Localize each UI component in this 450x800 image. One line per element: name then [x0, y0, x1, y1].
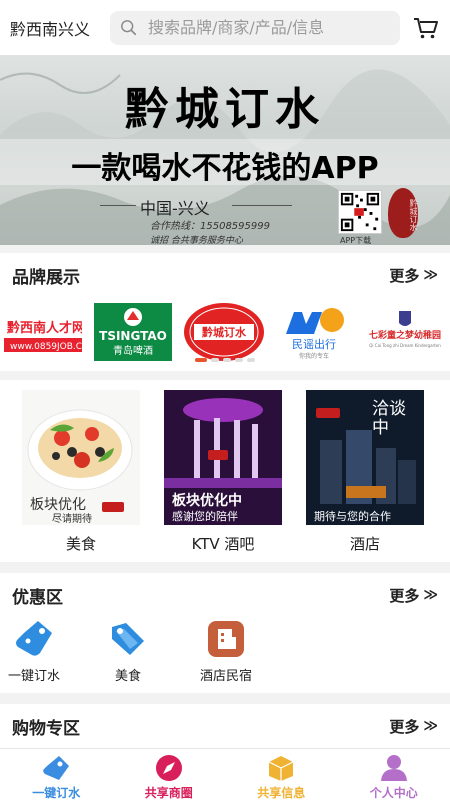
hotel-icon: [208, 621, 244, 657]
banner-slogan: 一款喝水不花钱的APP: [71, 151, 379, 186]
person-icon: [380, 755, 407, 781]
section-title: 购物专区: [12, 718, 80, 739]
category-ktv[interactable]: 板块优化中 感谢您的陪伴 KTV 酒吧: [164, 390, 282, 554]
section-title: 品牌展示: [12, 267, 80, 288]
food-tag-icon: [112, 623, 144, 655]
section-title: 优惠区: [12, 587, 63, 608]
brand-sub: 青岛啤酒: [113, 344, 153, 357]
box-icon: [268, 756, 294, 781]
brands-section: 品牌展示 更多≫ 黔西南人才网 www.0859JOB.COM TSINGTAO: [0, 253, 450, 371]
promo-items: 一键订水 美食 酒店民宿: [0, 617, 450, 687]
brand-sub: www.0859JOB.COM: [10, 342, 82, 352]
region-divider-right: [232, 205, 292, 206]
banner-hotline: 合作热线：15508595999: [150, 221, 270, 232]
top-header: 黔西南兴义: [0, 0, 450, 55]
category-grid: 板块优化 尽请期待 美食 板块优化中 感谢您的陪伴 KTV 酒吧 洽谈中 期待与…: [0, 380, 450, 562]
carousel-indicator: [0, 358, 450, 362]
nav-shared-info[interactable]: 共享信息: [225, 749, 338, 800]
promo-banner[interactable]: 黔城订水 一款喝水不花钱的APP 中国-兴义 合作热线：15508595999 …: [0, 55, 450, 245]
brand-name: 黔西南人才网: [7, 320, 82, 336]
food-image: 板块优化 尽请期待: [22, 390, 140, 525]
more-label: 更多: [389, 717, 420, 736]
category-label: KTV 酒吧: [191, 535, 255, 553]
brand-logo-kindergarten[interactable]: 七彩童之梦幼稚园 Qi Cai Tong zhi Dream Kindergar…: [364, 302, 446, 362]
nav-label: 个人中心: [369, 786, 418, 800]
seal-stamp: 黔城订水: [388, 188, 418, 238]
banner-region: 中国-兴义: [140, 199, 210, 218]
double-chevron-icon: ≫: [423, 718, 438, 734]
qiancheng-logo-icon: 黔城订水: [184, 303, 264, 361]
banner-subtext: 诚招 合共事务服务中心: [150, 236, 243, 245]
carousel-dot[interactable]: [211, 358, 219, 362]
banner-title: 黔城订水: [125, 84, 325, 135]
hotel-caption-2: 期待与您的合作: [314, 510, 391, 523]
compass-icon: [155, 755, 182, 781]
city-selector[interactable]: 黔西南兴义: [10, 16, 106, 40]
more-label: 更多: [389, 266, 420, 285]
double-chevron-icon: ≫: [423, 587, 438, 603]
ktv-caption-1: 板块优化中: [172, 493, 242, 509]
ktv-image: 板块优化中 感谢您的陪伴: [164, 390, 282, 525]
nav-water-order[interactable]: 一键订水: [0, 749, 113, 800]
category-label: 美食: [65, 535, 96, 553]
nav-shared-business[interactable]: 共享商圈: [113, 749, 226, 800]
promo-water-order[interactable]: 一键订水: [0, 619, 74, 684]
bottom-nav: 一键订水 共享商圈 共享信息 个人中心: [0, 748, 450, 800]
promo-label: 酒店民宿: [199, 669, 252, 684]
tsingtao-logo-icon: TSINGTAO 青岛啤酒: [94, 303, 172, 361]
promo-section: 优惠区 更多 ≫ 一键订水 美食 酒店民宿: [0, 573, 450, 693]
carousel-dot[interactable]: [247, 358, 255, 362]
job-logo-icon: 黔西南人才网 www.0859JOB.COM: [4, 312, 82, 352]
shopping-more-link[interactable]: 更多 ≫: [389, 716, 438, 737]
carousel-dot[interactable]: [235, 358, 243, 362]
brand-logo-job[interactable]: 黔西南人才网 www.0859JOB.COM: [4, 302, 82, 362]
water-order-icon: [43, 756, 70, 780]
ktv-caption-2: 感谢您的陪伴: [172, 510, 238, 523]
region-divider-left: [100, 205, 136, 206]
food-caption-2: 尽请期待: [52, 514, 92, 525]
shopping-section: 购物专区 更多 ≫: [0, 704, 450, 752]
nav-label: 一键订水: [32, 786, 81, 800]
kindergarten-logo-icon: 七彩童之梦幼稚园 Qi Cai Tong zhi Dream Kindergar…: [369, 311, 441, 348]
brands-more-link[interactable]: 更多 ≫: [389, 265, 438, 286]
brand-carousel[interactable]: 黔西南人才网 www.0859JOB.COM TSINGTAO 青岛啤酒: [0, 297, 450, 367]
search-icon: [121, 19, 137, 35]
brand-logo-tsingtao[interactable]: TSINGTAO 青岛啤酒: [94, 302, 172, 362]
nav-label: 共享信息: [257, 786, 306, 800]
category-label: 酒店: [349, 535, 380, 553]
qr-code: [338, 190, 382, 234]
promo-label: 一键订水: [7, 669, 60, 684]
shopping-header: 购物专区 更多 ≫: [0, 704, 450, 748]
promo-label: 美食: [114, 669, 141, 684]
carousel-dot[interactable]: [223, 358, 231, 362]
app-screen: 黔西南兴义 黔城订水 一款喝水不花钱的APP 中国-兴义 合作热线：155085…: [0, 0, 450, 800]
more-label: 更多: [389, 586, 420, 605]
water-tag-icon: [16, 621, 52, 656]
brands-header: 品牌展示 更多 ≫: [0, 253, 450, 297]
category-hotel[interactable]: 洽谈中 期待与您的合作 酒店: [306, 390, 424, 554]
brand-logo-minyao[interactable]: 民谣出行 你我的专车: [280, 302, 348, 362]
cart-icon[interactable]: [412, 14, 440, 42]
brand-sub: Qi Cai Tong zhi Dream Kindergarten: [369, 343, 441, 348]
brand-name: 七彩童之梦幼稚园: [369, 329, 441, 341]
hotel-caption-top: 洽谈中: [372, 399, 406, 438]
brand-name: 民谣出行: [292, 337, 336, 351]
promo-more-link[interactable]: 更多 ≫: [389, 585, 438, 606]
nav-label: 共享商圈: [144, 786, 193, 800]
brand-name: TSINGTAO: [99, 329, 167, 343]
brand-logo-qiancheng[interactable]: 黔城订水: [183, 302, 265, 362]
brand-name: 黔城订水: [202, 325, 247, 339]
hotel-image: 洽谈中 期待与您的合作: [306, 390, 424, 525]
search-bar[interactable]: [110, 10, 400, 45]
promo-hotel[interactable]: 酒店民宿: [186, 619, 266, 684]
search-input[interactable]: [148, 18, 388, 37]
promo-header: 优惠区 更多 ≫: [0, 573, 450, 617]
qr-caption: APP下载: [340, 236, 372, 245]
double-chevron-icon: ≫: [423, 267, 438, 283]
carousel-dot-active[interactable]: [195, 358, 207, 362]
minyao-logo-icon: 民谣出行 你我的专车: [286, 308, 344, 360]
category-food[interactable]: 板块优化 尽请期待 美食: [22, 390, 140, 554]
nav-profile[interactable]: 个人中心: [338, 749, 450, 800]
promo-food[interactable]: 美食: [88, 619, 168, 684]
